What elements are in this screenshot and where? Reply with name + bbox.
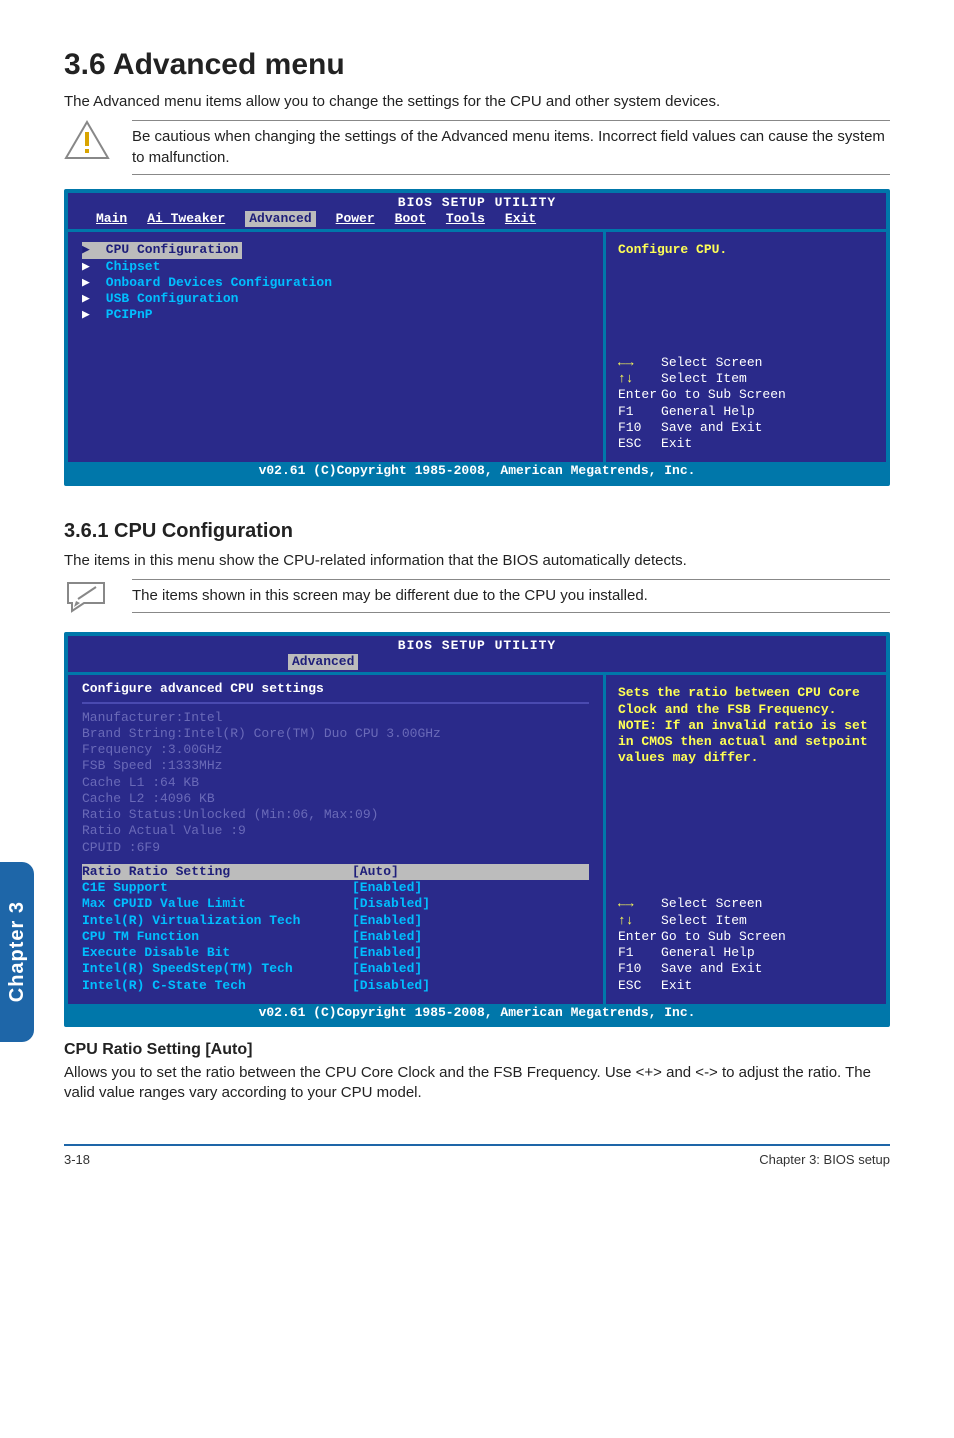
param-body-cpu-ratio: Allows you to set the ratio between the … <box>64 1063 890 1104</box>
bios-menu-item: ▶ Onboard Devices Configuration <box>82 275 589 291</box>
bios-setting-value: [Enabled] <box>352 961 589 977</box>
section-title: 3.6 Advanced menu <box>64 48 890 82</box>
bios-menu-item: ▶ USB Configuration <box>82 291 589 307</box>
bios-copyright: v02.61 (C)Copyright 1985-2008, American … <box>68 462 886 481</box>
bios-help-description: Sets the ratio between CPU Core Clock an… <box>618 685 874 766</box>
bios-tab-boot: Boot <box>395 211 426 227</box>
bios-setting-name: Ratio Ratio Setting <box>82 864 352 880</box>
footer-chapter: Chapter 3: BIOS setup <box>759 1152 890 1167</box>
bios-cpu-info-block: Manufacturer:IntelBrand String:Intel(R) … <box>82 710 589 856</box>
bios-setting-name: Intel(R) C-State Tech <box>82 978 352 994</box>
param-title-cpu-ratio: CPU Ratio Setting [Auto] <box>64 1041 890 1059</box>
bios-menu-list: ▶ CPU Configuration▶ Chipset▶ Onboard De… <box>82 242 589 323</box>
bios-tab-tools: Tools <box>446 211 485 227</box>
bios-help-description: Configure CPU. <box>618 242 874 258</box>
bios-title: BIOS SETUP UTILITY <box>68 636 886 654</box>
bios-setting-name: Execute Disable Bit <box>82 945 352 961</box>
bios-setting-value: [Enabled] <box>352 929 589 945</box>
page-number: 3-18 <box>64 1152 90 1167</box>
caution-callout: Be cautious when changing the settings o… <box>64 120 890 175</box>
bios-menu-item: ▶ PCIPnP <box>82 307 589 323</box>
bios-setting-value: [Auto] <box>352 864 589 880</box>
bios-menu-item: ▶ Chipset <box>82 259 589 275</box>
bios-tab-advanced: Advanced <box>288 654 358 670</box>
bios-settings-list: Ratio Ratio Setting[Auto]C1E Support[Ena… <box>82 864 589 994</box>
bios-tab-advanced: Advanced <box>245 211 315 227</box>
note-callout: The items shown in this screen may be di… <box>64 579 890 618</box>
bios-info-line: Brand String:Intel(R) Core(TM) Duo CPU 3… <box>82 726 589 742</box>
note-text: The items shown in this screen may be di… <box>132 579 890 613</box>
bios-setting-name: C1E Support <box>82 880 352 896</box>
subsection-intro: The items in this menu show the CPU-rela… <box>64 551 890 571</box>
bios-info-line: Frequency :3.00GHz <box>82 742 589 758</box>
bios-tab-bar: Advanced <box>68 654 886 675</box>
bios-setting-name: Max CPUID Value Limit <box>82 896 352 912</box>
bios-tab-exit: Exit <box>505 211 536 227</box>
bios-info-line: FSB Speed :1333MHz <box>82 758 589 774</box>
bios-key-help: ←→Select Screen↑↓Select ItemEnterGo to S… <box>618 355 874 453</box>
bios-setting-name: Intel(R) SpeedStep(TM) Tech <box>82 961 352 977</box>
bios-tab-bar: Main Ai Tweaker Advanced Power Boot Tools Exit <box>68 211 886 232</box>
bios-info-line: Ratio Actual Value :9 <box>82 823 589 839</box>
caution-text: Be cautious when changing the settings o… <box>132 120 890 175</box>
bios-tab-main: Main <box>96 211 127 227</box>
section-intro: The Advanced menu items allow you to cha… <box>64 92 890 112</box>
bios-info-line: CPUID :6F9 <box>82 840 589 856</box>
bios-tab-power: Power <box>336 211 375 227</box>
page-footer: 3-18 Chapter 3: BIOS setup <box>64 1144 890 1167</box>
chapter-tab: Chapter 3 <box>0 862 34 1042</box>
bios-title: BIOS SETUP UTILITY <box>68 193 886 211</box>
bios-copyright: v02.61 (C)Copyright 1985-2008, American … <box>68 1004 886 1023</box>
caution-icon <box>64 120 110 160</box>
bios-info-line: Cache L1 :64 KB <box>82 775 589 791</box>
bios-setting-value: [Disabled] <box>352 896 589 912</box>
bios-setting-value: [Disabled] <box>352 978 589 994</box>
bios-setting-name: CPU TM Function <box>82 929 352 945</box>
bios-info-line: Manufacturer:Intel <box>82 710 589 726</box>
bios-info-line: Ratio Status:Unlocked (Min:06, Max:09) <box>82 807 589 823</box>
chapter-tab-label: Chapter 3 <box>6 901 29 1002</box>
note-icon <box>64 579 110 613</box>
bios-key-help: ←→Select Screen↑↓Select ItemEnterGo to S… <box>618 896 874 994</box>
bios-menu-item: ▶ CPU Configuration <box>82 242 242 258</box>
bios-info-line: Cache L2 :4096 KB <box>82 791 589 807</box>
bios-screen-cpu-config: BIOS SETUP UTILITY Advanced Configure ad… <box>64 632 890 1027</box>
bios-setting-value: [Enabled] <box>352 913 589 929</box>
bios-setting-value: [Enabled] <box>352 880 589 896</box>
subsection-title: 3.6.1 CPU Configuration <box>64 520 890 543</box>
bios-screen-advanced-menu: BIOS SETUP UTILITY Main Ai Tweaker Advance… <box>64 189 890 486</box>
bios-setting-name: Intel(R) Virtualization Tech <box>82 913 352 929</box>
bios-setting-value: [Enabled] <box>352 945 589 961</box>
bios-tab-ai-tweaker: Ai Tweaker <box>147 211 225 227</box>
bios-panel-heading: Configure advanced CPU settings <box>82 681 589 703</box>
